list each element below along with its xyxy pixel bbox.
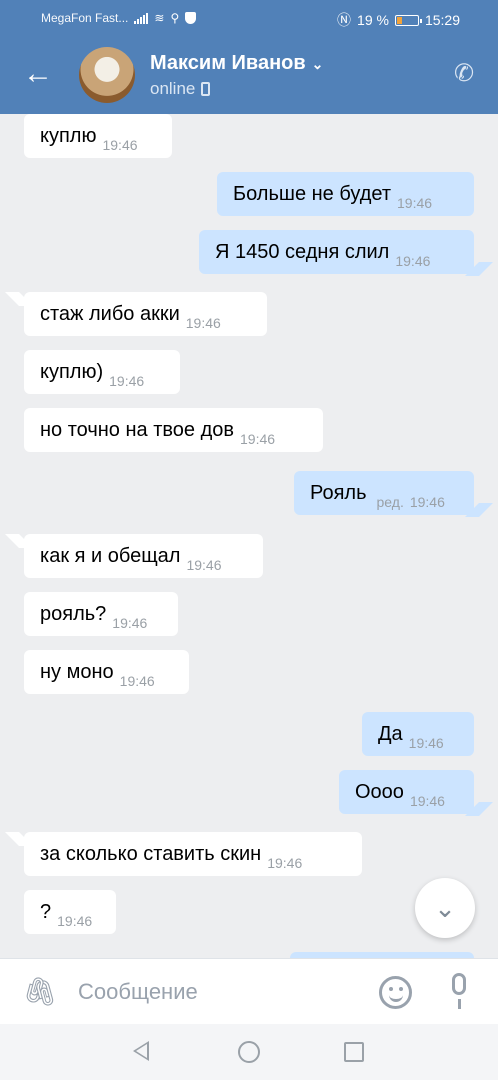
message-text: Я 1450 седня слил [215,240,390,263]
message-incoming[interactable]: но точно на твое дов 19:46 [24,408,323,452]
message-outgoing[interactable]: Больше не будет 19:46 [217,172,474,216]
message-text: рояль? [40,602,107,625]
message-incoming[interactable]: как я и обещал 19:46 [24,534,263,578]
message-incoming[interactable]: ну моно 19:46 [24,650,189,694]
nav-recents-icon[interactable] [344,1042,364,1062]
message-text: ? [40,900,52,923]
arrow-left-icon[interactable]: ← [20,56,56,92]
nav-home-icon[interactable] [238,1041,260,1063]
wifi-icon: ≋ [154,11,165,25]
message-time: 19:46 [397,195,433,211]
message-list[interactable]: куплю 19:46 Больше не будет 19:46 Я 1450… [0,114,498,958]
presence-text: online [150,79,196,98]
message-text: стаж либо акки [40,302,180,325]
mobile-icon [201,82,211,96]
avatar[interactable] [79,47,135,103]
message-outgoing[interactable]: Рояль ред. 19:46 [294,471,474,515]
message-incoming[interactable]: за сколько ставить скин 19:46 [24,832,362,876]
message-time: 19:46 [240,431,276,447]
message-time: 19:46 [186,557,222,573]
message-outgoing[interactable]: Да 19:46 [362,712,474,756]
nfc-icon: Ⓝ [337,12,352,28]
message-time: 19:46 [185,315,221,331]
edited-label: ред. [376,494,404,510]
contact-name-text: Максим Иванов [150,52,306,74]
message-text: как я и обещал [40,544,181,567]
status-bar: MegaFon Fast... ≋ ⚲ Ⓝ 19 % 15:29 [0,0,498,36]
message-time: 19:46 [267,855,303,871]
message-text: ну моно [40,660,114,683]
message-text: куплю) [40,360,104,383]
message-time: 19:46 [112,615,148,631]
message-input[interactable] [78,975,358,1009]
message-time: 19:46 [119,673,155,689]
clock: 15:29 [424,12,460,28]
microphone-icon[interactable] [447,973,471,1011]
contact-name[interactable]: Максим Иванов ⌄ [150,52,323,75]
composer: 🖇 [0,958,498,1024]
message-text: Да [378,722,403,745]
message-incoming[interactable]: куплю 19:46 [24,114,172,158]
message-incoming[interactable]: ? 19:46 [24,890,116,934]
smile-icon[interactable] [379,976,412,1009]
nav-back-icon[interactable] [133,1041,149,1061]
message-outgoing[interactable]: Я 1450 седня слил 19:46 [199,230,474,274]
system-navigation-bar [0,1024,498,1080]
status-right: Ⓝ 19 % 15:29 [337,10,460,30]
phone-icon[interactable]: ✆ [450,60,478,88]
message-text: но точно на твое дов [40,418,234,441]
message-text: за сколько ставить скин [40,842,262,865]
chevron-down-icon: ⌄ [311,56,324,72]
message-time: 19:46 [57,913,93,929]
message-text: Больше не будет [233,182,391,205]
chat-header: ← Максим Иванов ⌄ online ✆ [0,36,498,114]
chevron-down-icon: ⌄ [434,893,456,923]
message-time: 19:46 [395,253,431,269]
message-outgoing[interactable]: Оооо 19:46 [339,770,474,814]
message-time: 19:46 [409,793,445,809]
message-time: 19:46 [408,735,444,751]
battery-icon [394,14,422,26]
message-text: Рояль [310,481,367,504]
message-incoming[interactable]: стаж либо акки 19:46 [24,292,267,336]
battery-percent: 19 % [357,12,389,28]
message-incoming[interactable]: рояль? 19:46 [24,592,178,636]
shield-icon [185,12,197,24]
paperclip-icon[interactable]: 🖇 [22,975,58,1009]
scroll-down-button[interactable]: ⌄ [415,878,475,938]
message-text: куплю [40,124,97,147]
signal-icon [134,12,149,24]
status-left: MegaFon Fast... ≋ ⚲ [41,11,197,25]
message-time: 19:46 [109,373,145,389]
message-incoming[interactable]: куплю) 19:46 [24,350,180,394]
presence-status: online [150,79,211,99]
message-text: Оооо [355,780,404,803]
search-icon: ⚲ [170,11,180,25]
carrier-label: MegaFon Fast... [41,11,129,25]
message-time: 19:46 [102,137,138,153]
message-time: 19:46 [409,494,445,510]
